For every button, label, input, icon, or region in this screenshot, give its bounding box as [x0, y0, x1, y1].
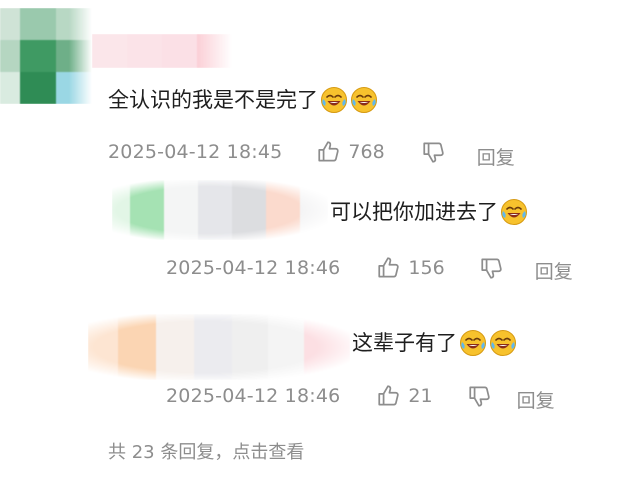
like-button[interactable]: 21 [376, 383, 433, 409]
reply-meta: 2025-04-12 18:46 21 回复 [166, 382, 555, 413]
reply-body: 可以把你加进去了 [330, 200, 498, 224]
thumbs-down-icon [467, 383, 493, 409]
thumbs-down-icon [479, 255, 505, 281]
dislike-button[interactable] [421, 139, 447, 165]
timestamp: 2025-04-12 18:46 [166, 385, 341, 407]
username-blurred[interactable] [92, 34, 232, 68]
reply-button[interactable]: 回复 [535, 257, 573, 284]
thumbs-up-icon [316, 139, 342, 165]
timestamp: 2025-04-12 18:45 [108, 141, 283, 163]
reply-text: 这辈子有了 [352, 329, 517, 357]
like-count: 768 [348, 141, 385, 163]
laugh-cry-emoji [320, 86, 348, 114]
like-button[interactable]: 768 [316, 139, 385, 165]
reply-button[interactable]: 回复 [477, 143, 515, 170]
reply-username-blurred[interactable] [112, 180, 328, 240]
laugh-cry-emoji [500, 198, 528, 226]
comment-text: 全认识的我是不是完了 [108, 86, 378, 114]
like-count: 21 [408, 385, 433, 407]
reply-button[interactable]: 回复 [517, 386, 555, 413]
laugh-cry-emoji [459, 329, 487, 357]
like-count: 156 [408, 257, 445, 279]
thumbs-down-icon [421, 139, 447, 165]
thumbs-up-icon [376, 383, 402, 409]
comment-body: 全认识的我是不是完了 [108, 88, 318, 112]
timestamp: 2025-04-12 18:46 [166, 257, 341, 279]
avatar[interactable] [0, 8, 92, 104]
reply-meta: 2025-04-12 18:46 156 回复 [166, 254, 573, 284]
reply-text: 可以把你加进去了 [330, 198, 528, 226]
comment-meta: 2025-04-12 18:45 768 回复 [108, 138, 515, 169]
dislike-button[interactable] [479, 255, 505, 281]
laugh-cry-emoji [489, 329, 517, 357]
reply-body: 这辈子有了 [352, 331, 457, 355]
thumbs-up-icon [376, 255, 402, 281]
dislike-button[interactable] [467, 383, 493, 409]
laugh-cry-emoji [350, 86, 378, 114]
like-button[interactable]: 156 [376, 255, 445, 281]
view-more-replies-link[interactable]: 共 23 条回复，点击查看 [108, 438, 304, 464]
reply-username-blurred[interactable] [88, 314, 350, 380]
